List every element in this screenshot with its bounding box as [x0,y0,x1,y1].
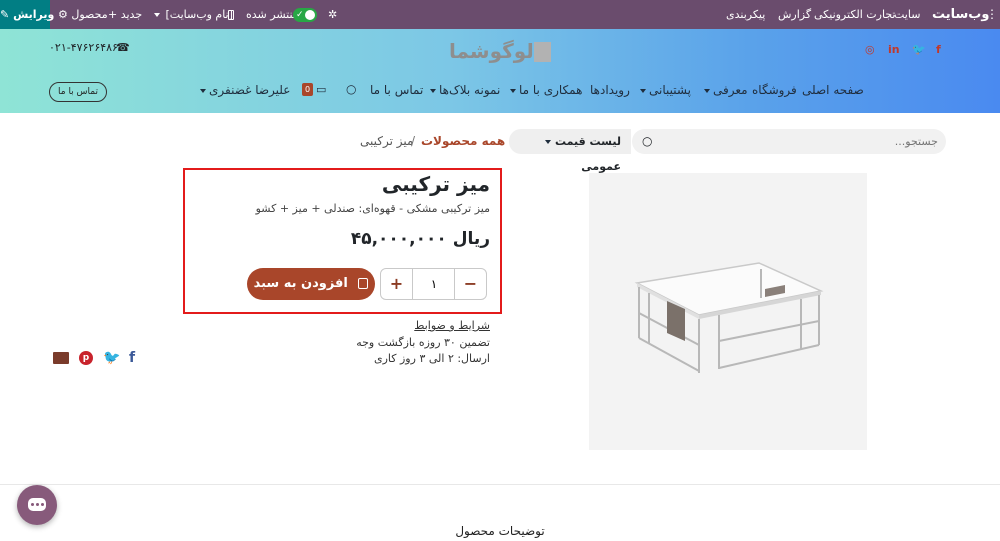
shipping-text: ارسال: ۲ الی ۳ روز کاری [373,352,490,365]
menu-website[interactable]: سایت [894,0,920,29]
search-icon[interactable]: ○ [642,134,652,148]
product-description-heading: توضیحات محصول [455,524,545,538]
caret-down-icon [510,88,516,93]
edit-button[interactable]: ✎ ویرایش [0,0,54,29]
pencil-icon: ✎ [0,8,10,21]
add-to-cart-button[interactable]: افزودن به سبد [247,268,375,300]
product-search: ○ [632,129,946,154]
pricelist-dropdown[interactable]: لیست قیمت عمومی [509,129,631,173]
nav-events[interactable]: رویدادها [590,83,630,97]
product-image[interactable] [589,173,867,450]
guarantee-text: تضمین ۳۰ روزه بازگشت وجه [356,336,490,349]
apps-grid-icon[interactable]: ⋮⋮ [986,0,1000,29]
increase-quantity-button[interactable]: + [381,269,413,299]
terms-link[interactable]: شرایط و ضوابط [300,319,490,332]
caret-down-icon [640,88,646,93]
caret-down-icon [200,88,206,93]
pricelist-label: لیست قیمت عمومی [555,135,621,173]
product-price: ۴۵,۰۰۰,۰۰۰ ریال [350,229,490,249]
desk-image [634,262,824,373]
admin-brand: وب‌سایت [932,7,990,22]
published-toggle[interactable]: ✓ [293,0,317,29]
contact-us-button[interactable]: تماس با ما [49,82,107,102]
facebook-icon[interactable]: f [129,350,135,366]
phone-number[interactable]: ۰۲۱-۴۷۶۲۶۴۸۶ [49,41,118,54]
caret-down-icon [430,88,436,93]
search-icon[interactable]: ○ [346,82,356,96]
mobile-preview-button[interactable] [228,0,234,29]
caret-down-icon [704,88,710,93]
breadcrumb-separator: / [411,134,416,148]
logo-text: لوگوشما [449,39,534,63]
nav-sample-blocks[interactable]: نمونه بلاک‌ها [430,83,500,97]
product-menu[interactable]: ⚙ محصول [58,0,108,29]
section-divider [0,484,1000,485]
cart-badge: 0 [302,83,313,96]
twitter-icon[interactable]: 🐦 [912,43,926,56]
toggle-switch: ✓ [293,8,317,22]
nav-about[interactable]: معرفی [704,83,748,97]
search-input[interactable] [678,129,938,154]
quantity-stepper: + − [380,268,487,300]
plus-icon: + [108,8,118,21]
decrease-quantity-button[interactable]: − [454,269,486,299]
menu-ecommerce[interactable]: تجارت الکترونیکی [814,0,896,29]
product-title: میز ترکیبی [381,172,490,196]
nav-sample-blocks-label: نمونه بلاک‌ها [439,83,501,97]
product-menu-label: محصول [71,8,108,21]
cart-icon[interactable]: ▭ [316,83,326,96]
nav-contact[interactable]: تماس با ما [370,83,423,97]
facebook-icon[interactable]: f [936,43,941,56]
user-menu[interactable]: علیرضا غضنفری [200,83,290,97]
chat-icon [28,498,46,511]
breadcrumb-all-products[interactable]: همه محصولات [421,134,505,148]
nav-shop[interactable]: فروشگاه [752,83,797,97]
nav-cooperation[interactable]: همکاری با ما [510,83,582,97]
menu-reports[interactable]: گزارش [778,0,811,29]
pinterest-icon[interactable]: p [79,351,93,365]
nav-home[interactable]: صفحه اصلی [802,83,864,97]
nav-support[interactable]: پشتیبانی [640,83,691,97]
logo-mark [534,42,551,62]
email-icon[interactable] [53,352,69,364]
caret-down-icon [154,13,160,17]
chat-button[interactable] [17,485,57,525]
nav-about-label: معرفی [713,83,748,97]
nav-cooperation-label: همکاری با ما [519,83,583,97]
site-logo[interactable]: لوگوشما [449,39,551,65]
quantity-input[interactable] [414,269,454,299]
admin-bar: ✎ ویرایش ⚙ محصول + جدید [نام وب‌سایت] من… [0,0,1000,29]
shopping-bag-icon [358,278,369,289]
user-name: علیرضا غضنفری [209,83,291,97]
phone-icon: ☎ [116,41,130,54]
linkedin-icon[interactable]: in [888,43,900,56]
instagram-icon[interactable]: ◎ [865,43,875,56]
site-selector-label: [نام وب‌سایت] [165,8,233,21]
published-toggle-label: منتشر شده [246,8,299,21]
breadcrumb-current: میز ترکیبی [360,134,414,148]
twitter-icon[interactable]: 🐦 [103,350,120,366]
new-button[interactable]: + جدید [108,0,142,29]
product-description: میز ترکیبی مشکی - قهوه‌ای: صندلی + میز +… [255,202,490,215]
bug-icon[interactable]: ✲ [328,0,337,29]
new-label: جدید [120,8,143,21]
site-selector[interactable]: [نام وب‌سایت] [154,0,233,29]
nav-support-label: پشتیبانی [649,83,691,97]
gear-icon: ⚙ [58,8,68,21]
mobile-icon [228,10,234,20]
edit-label: ویرایش [13,8,55,21]
add-to-cart-label: افزودن به سبد [253,276,348,291]
menu-configuration[interactable]: پیکربندی [726,0,765,29]
caret-down-icon [545,140,551,144]
